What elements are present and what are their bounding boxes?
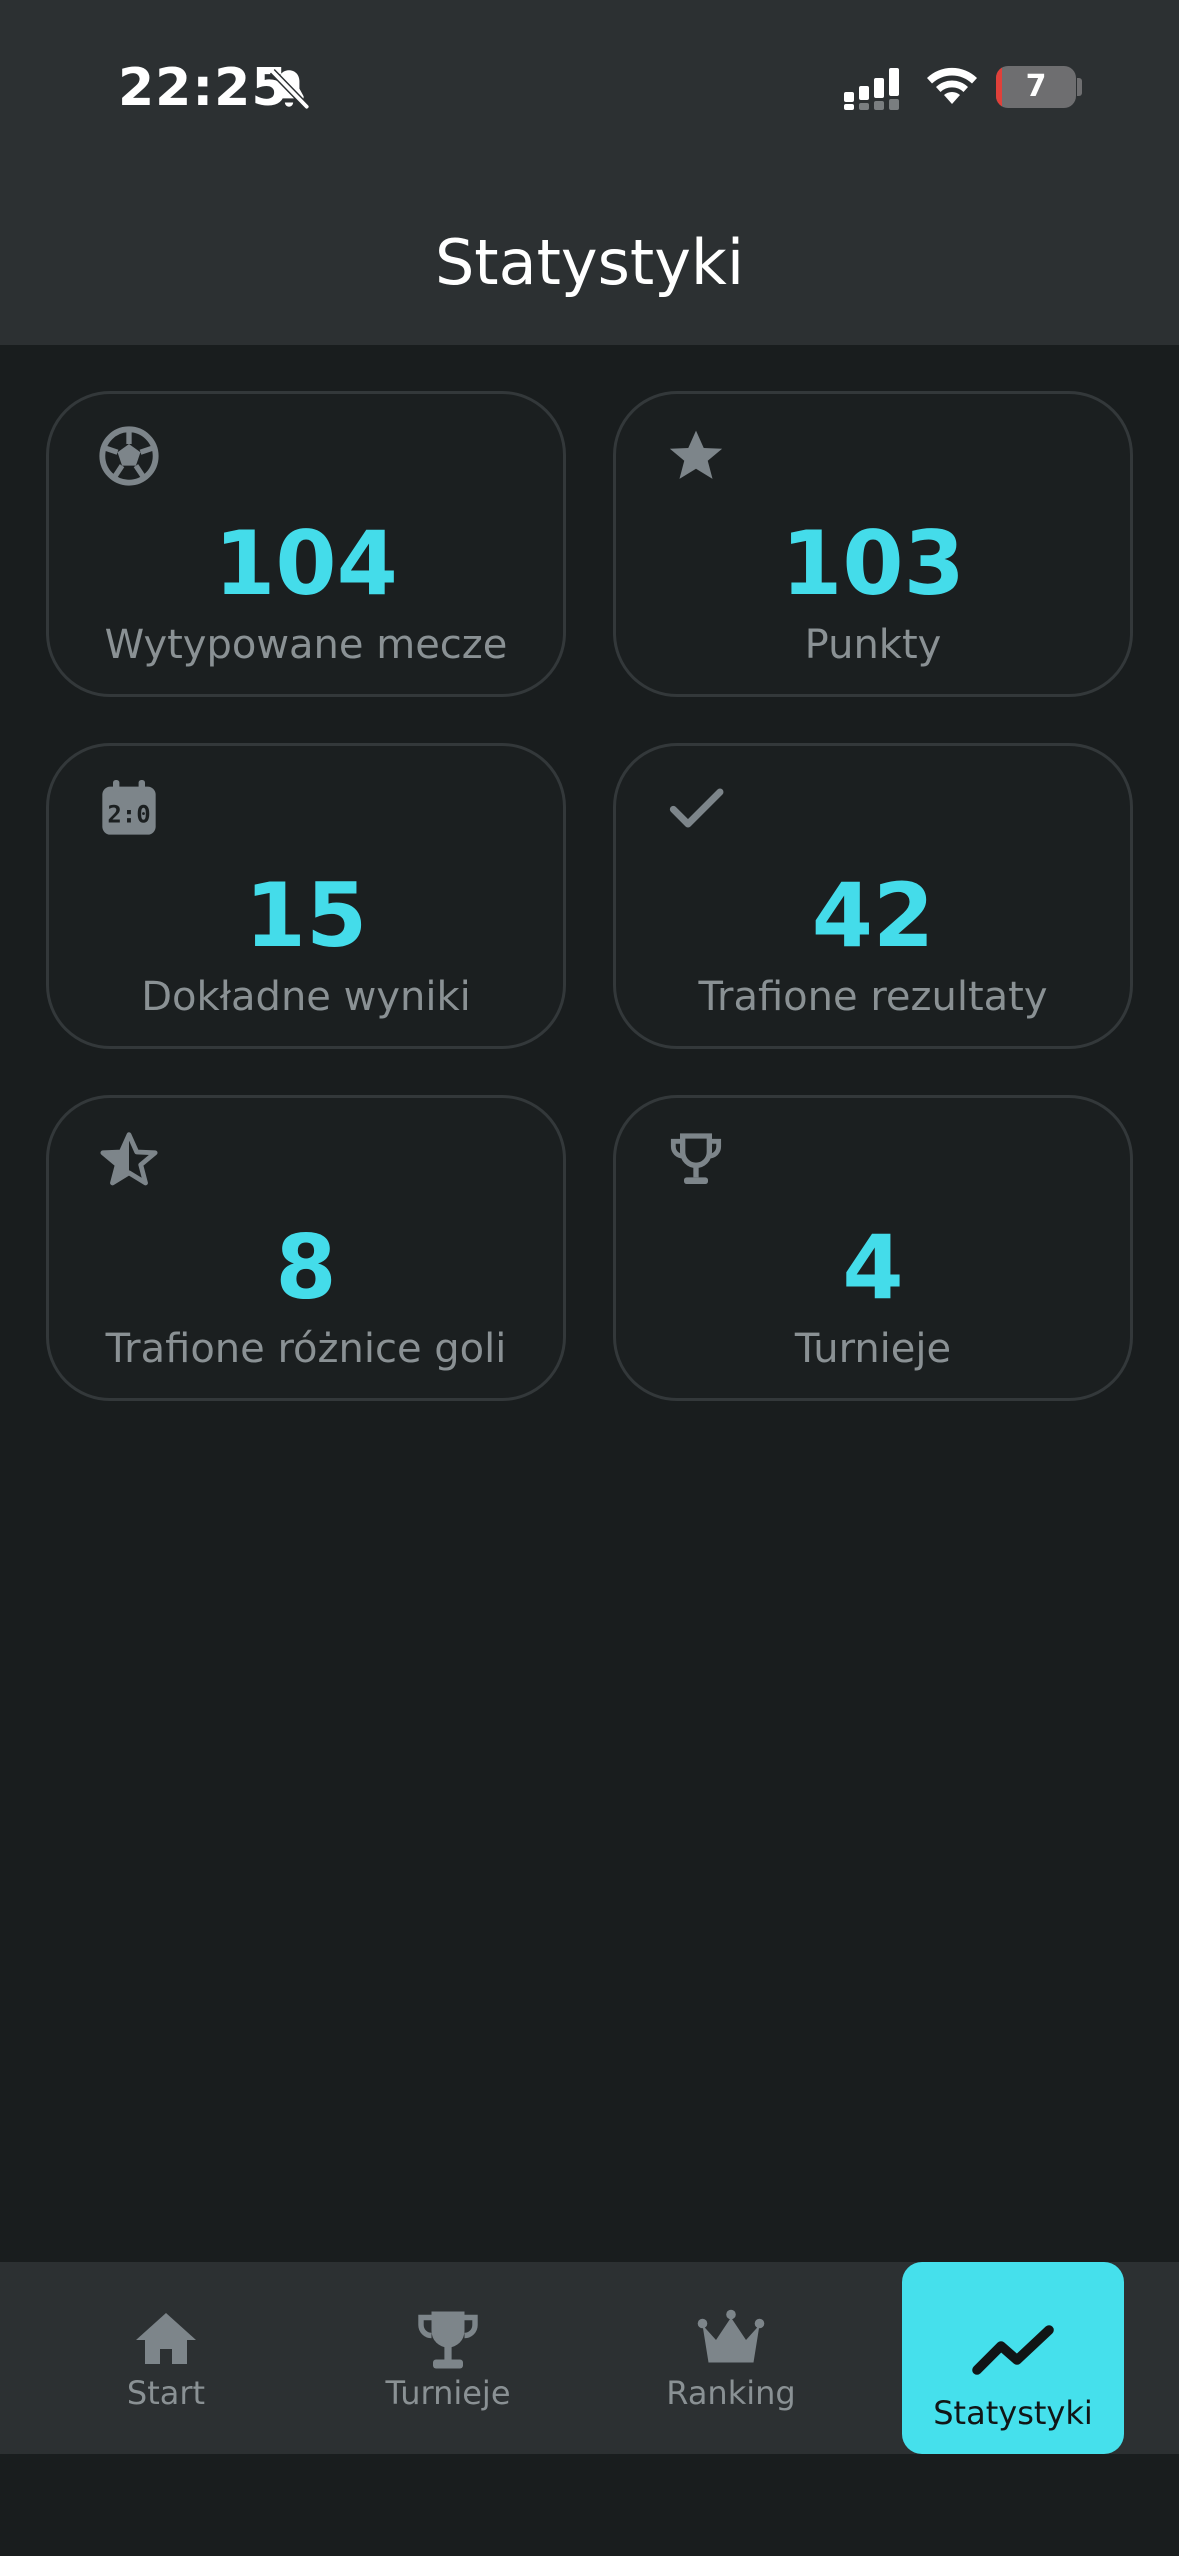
home-icon [136, 2313, 196, 2364]
battery-level: 7 [1025, 69, 1047, 104]
stat-card-goal-differences: 8 Trafione różnice goli [46, 1095, 566, 1401]
battery-cap [1077, 78, 1082, 96]
status-time: 22:25 [118, 58, 289, 118]
app-header: 22:25 7 Statystyki [0, 0, 1179, 345]
bell-slash-icon [269, 68, 310, 110]
bottom-navigation: Start Turnieje Ranking Statystyki [0, 2262, 1179, 2454]
check-icon [669, 788, 724, 828]
trophy-icon [418, 2311, 478, 2369]
stat-label: Turnieje [794, 1326, 952, 1372]
stat-label: Punkty [804, 622, 942, 668]
stat-card-points: 103 Punkty [613, 391, 1133, 697]
battery-indicator: 7 [996, 66, 1076, 108]
stat-value: 42 [811, 864, 935, 967]
trend-up-icon [972, 2325, 1054, 2375]
svg-text:2:0: 2:0 [107, 801, 150, 829]
scoreboard-icon: 2:0 [102, 780, 156, 835]
stat-value: 15 [244, 864, 368, 967]
soccer-ball-icon [99, 426, 159, 486]
statistics-screen: 22:25 7 Statystyki 104 Wytypowane mecze … [0, 0, 1179, 2556]
stat-label: Wytypowane mecze [104, 622, 508, 668]
wifi-icon [927, 67, 977, 104]
signal-icon [844, 68, 899, 110]
trophy-icon [670, 1133, 722, 1184]
crown-icon [697, 2309, 765, 2363]
nav-label: Start [126, 2374, 206, 2412]
stat-label: Trafione różnice goli [105, 1326, 507, 1372]
nav-label: Turnieje [385, 2374, 511, 2412]
nav-label: Ranking [666, 2374, 796, 2412]
stat-value: 104 [214, 512, 398, 615]
nav-item-statystyki[interactable]: Statystyki [902, 2262, 1124, 2454]
stat-value: 8 [275, 1216, 337, 1319]
nav-item-ranking[interactable]: Ranking [620, 2262, 842, 2454]
stat-value: 4 [842, 1216, 904, 1319]
stat-card-correct-results: 42 Trafione rezultaty [613, 743, 1133, 1049]
stat-card-predicted-matches: 104 Wytypowane mecze [46, 391, 566, 697]
page-title: Statystyki [434, 226, 745, 299]
nav-item-turnieje[interactable]: Turnieje [337, 2262, 559, 2454]
nav-item-start[interactable]: Start [55, 2262, 277, 2454]
stat-label: Dokładne wyniki [141, 974, 471, 1020]
stat-value: 103 [781, 512, 965, 615]
star-icon [669, 430, 723, 479]
star-half-icon [100, 1132, 158, 1186]
stat-card-tournaments: 4 Turnieje [613, 1095, 1133, 1401]
stat-card-exact-scores: 2:0 15 Dokładne wyniki [46, 743, 566, 1049]
stat-label: Trafione rezultaty [698, 974, 1048, 1020]
nav-label: Statystyki [933, 2394, 1093, 2432]
